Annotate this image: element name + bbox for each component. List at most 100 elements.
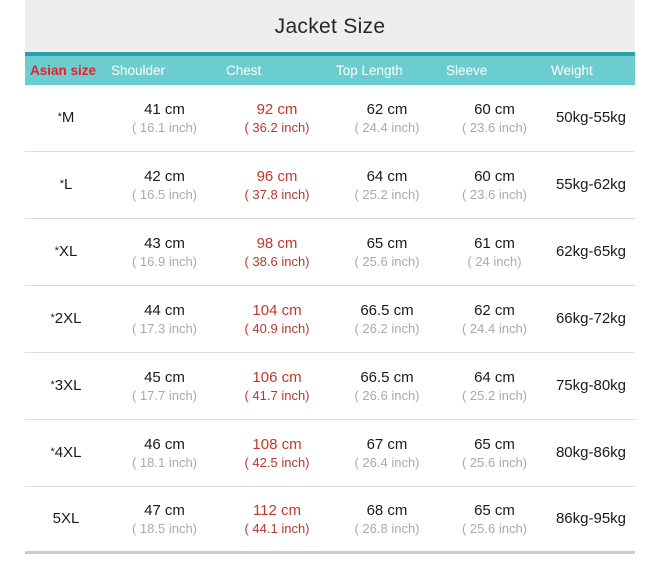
- cell-weight: 62kg-65kg: [547, 242, 635, 262]
- cell-sleeve: 60 cm( 23.6 inch): [442, 167, 547, 204]
- column-header-sleeve: Sleeve: [442, 63, 547, 78]
- top-length-cm-value: 65 cm: [332, 234, 442, 254]
- cell-size: *XL: [25, 241, 107, 262]
- top-length-cm-value: 64 cm: [332, 167, 442, 187]
- shoulder-inch-value: ( 16.5 inch): [107, 186, 222, 203]
- table-row: 5XL47 cm( 18.5 inch)112 cm( 44.1 inch)68…: [25, 487, 635, 554]
- chest-inch-value: ( 38.6 inch): [222, 253, 332, 270]
- weight-value: 86kg-95kg: [547, 509, 635, 529]
- table-row: *L42 cm( 16.5 inch)96 cm( 37.8 inch)64 c…: [25, 152, 635, 219]
- table-row: *4XL46 cm( 18.1 inch)108 cm( 42.5 inch)6…: [25, 420, 635, 487]
- cell-shoulder: 45 cm( 17.7 inch): [107, 368, 222, 405]
- cell-top-length: 66.5 cm( 26.2 inch): [332, 301, 442, 338]
- size-label: *M: [58, 109, 75, 126]
- cell-top-length: 64 cm( 25.2 inch): [332, 167, 442, 204]
- top-length-inch-value: ( 26.2 inch): [332, 320, 442, 337]
- table-row: *2XL44 cm( 17.3 inch)104 cm( 40.9 inch)6…: [25, 286, 635, 353]
- weight-value: 66kg-72kg: [547, 309, 635, 329]
- shoulder-cm-value: 43 cm: [107, 234, 222, 254]
- shoulder-cm-value: 47 cm: [107, 501, 222, 521]
- top-length-inch-value: ( 24.4 inch): [332, 119, 442, 136]
- top-length-inch-value: ( 25.2 inch): [332, 186, 442, 203]
- cell-weight: 66kg-72kg: [547, 309, 635, 329]
- cell-weight: 75kg-80kg: [547, 376, 635, 396]
- table-header-row: Asian size Shoulder Chest Top Length Sle…: [25, 52, 635, 85]
- shoulder-cm-value: 46 cm: [107, 435, 222, 455]
- chest-cm-value: 92 cm: [222, 100, 332, 120]
- chest-cm-value: 104 cm: [222, 301, 332, 321]
- page-title: Jacket Size: [275, 16, 386, 37]
- column-header-top-length: Top Length: [332, 63, 442, 78]
- sleeve-cm-value: 65 cm: [442, 501, 547, 521]
- weight-value: 75kg-80kg: [547, 376, 635, 396]
- table-body: *M41 cm( 16.1 inch)92 cm( 36.2 inch)62 c…: [25, 85, 635, 554]
- shoulder-cm-value: 44 cm: [107, 301, 222, 321]
- sleeve-inch-value: ( 25.6 inch): [442, 520, 547, 537]
- chest-cm-value: 98 cm: [222, 234, 332, 254]
- cell-shoulder: 42 cm( 16.5 inch): [107, 167, 222, 204]
- cell-top-length: 67 cm( 26.4 inch): [332, 435, 442, 472]
- size-label: 5XL: [53, 510, 80, 527]
- cell-chest: 98 cm( 38.6 inch): [222, 234, 332, 271]
- top-length-inch-value: ( 25.6 inch): [332, 253, 442, 270]
- cell-chest: 108 cm( 42.5 inch): [222, 435, 332, 472]
- shoulder-inch-value: ( 16.1 inch): [107, 119, 222, 136]
- cell-size: 5XL: [25, 508, 107, 529]
- cell-chest: 104 cm( 40.9 inch): [222, 301, 332, 338]
- chest-inch-value: ( 41.7 inch): [222, 387, 332, 404]
- cell-weight: 50kg-55kg: [547, 108, 635, 128]
- top-length-cm-value: 68 cm: [332, 501, 442, 521]
- chest-inch-value: ( 42.5 inch): [222, 454, 332, 471]
- chart-title-band: Jacket Size: [25, 0, 635, 52]
- column-header-shoulder: Shoulder: [107, 63, 222, 78]
- cell-top-length: 65 cm( 25.6 inch): [332, 234, 442, 271]
- table-row: *M 41 cm( 16.1 inch)92 cm( 36.2 inch)62 c…: [25, 85, 635, 152]
- cell-weight: 55kg-62kg: [547, 175, 635, 195]
- cell-shoulder: 43 cm( 16.9 inch): [107, 234, 222, 271]
- shoulder-cm-value: 42 cm: [107, 167, 222, 187]
- cell-weight: 86kg-95kg: [547, 509, 635, 529]
- chest-inch-value: ( 36.2 inch): [222, 119, 332, 136]
- chest-cm-value: 112 cm: [222, 501, 332, 521]
- size-label: *2XL: [51, 310, 82, 327]
- cell-size: *4XL: [25, 442, 107, 463]
- table-row: *XL43 cm( 16.9 inch)98 cm( 38.6 inch)65 …: [25, 219, 635, 286]
- shoulder-inch-value: ( 17.7 inch): [107, 387, 222, 404]
- sleeve-cm-value: 64 cm: [442, 368, 547, 388]
- sleeve-inch-value: ( 25.6 inch): [442, 454, 547, 471]
- table-row: *3XL45 cm( 17.7 inch)106 cm( 41.7 inch)6…: [25, 353, 635, 420]
- weight-value: 50kg-55kg: [547, 108, 635, 128]
- shoulder-inch-value: ( 16.9 inch): [107, 253, 222, 270]
- cell-top-length: 62 cm( 24.4 inch): [332, 100, 442, 137]
- sleeve-inch-value: ( 25.2 inch): [442, 387, 547, 404]
- cell-sleeve: 61 cm( 24 inch): [442, 234, 547, 271]
- chest-cm-value: 96 cm: [222, 167, 332, 187]
- cell-size: *M: [25, 107, 107, 128]
- cell-chest: 92 cm( 36.2 inch): [222, 100, 332, 137]
- cell-sleeve: 65 cm( 25.6 inch): [442, 435, 547, 472]
- size-chart-table: Jacket Size Asian size Shoulder Chest To…: [0, 0, 661, 571]
- cell-sleeve: 62 cm( 24.4 inch): [442, 301, 547, 338]
- shoulder-cm-value: 41 cm: [107, 100, 222, 120]
- sleeve-inch-value: ( 23.6 inch): [442, 119, 547, 136]
- cell-chest: 96 cm( 37.8 inch): [222, 167, 332, 204]
- cell-sleeve: 65 cm( 25.6 inch): [442, 501, 547, 538]
- cell-weight: 80kg-86kg: [547, 443, 635, 463]
- cell-top-length: 68 cm( 26.8 inch): [332, 501, 442, 538]
- size-label: *3XL: [51, 377, 82, 394]
- chest-inch-value: ( 40.9 inch): [222, 320, 332, 337]
- cell-sleeve: 64 cm( 25.2 inch): [442, 368, 547, 405]
- column-header-asian-size: Asian size: [25, 63, 107, 78]
- weight-value: 80kg-86kg: [547, 443, 635, 463]
- size-label: *4XL: [51, 444, 82, 461]
- sleeve-cm-value: 60 cm: [442, 100, 547, 120]
- chest-inch-value: ( 44.1 inch): [222, 520, 332, 537]
- cell-top-length: 66.5 cm( 26.6 inch): [332, 368, 442, 405]
- weight-value: 55kg-62kg: [547, 175, 635, 195]
- sleeve-cm-value: 62 cm: [442, 301, 547, 321]
- sleeve-cm-value: 61 cm: [442, 234, 547, 254]
- chest-cm-value: 108 cm: [222, 435, 332, 455]
- chest-cm-value: 106 cm: [222, 368, 332, 388]
- cell-size: *L: [25, 174, 107, 195]
- sleeve-cm-value: 65 cm: [442, 435, 547, 455]
